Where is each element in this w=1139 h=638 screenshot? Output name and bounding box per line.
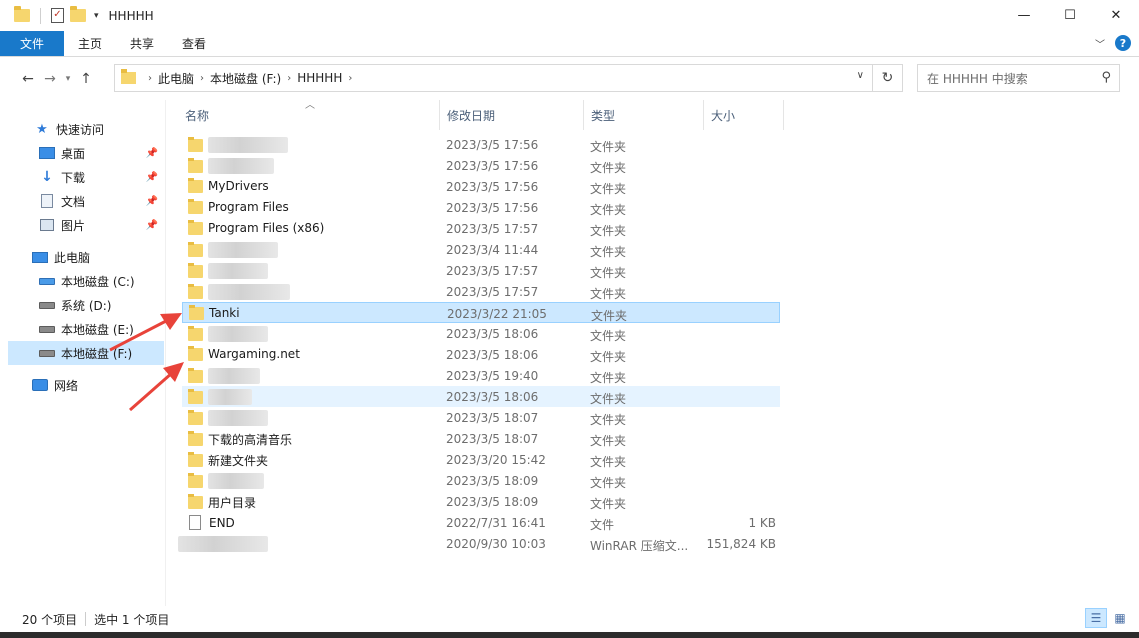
status-bar: 20 个项目 选中 1 个项目 ☰ ▦: [0, 606, 1139, 632]
status-divider: [85, 612, 87, 626]
item-count: 20 个项目: [22, 612, 78, 627]
selected-count: 选中 1 个项目: [94, 612, 170, 627]
view-switcher: ☰ ▦: [1085, 608, 1131, 628]
large-icons-view-icon[interactable]: ▦: [1109, 608, 1131, 628]
annotation-arrows: [109, 313, 184, 412]
window-bottom-edge: [0, 632, 1139, 638]
details-view-icon[interactable]: ☰: [1085, 608, 1107, 628]
red-arrow-icon: [129, 362, 184, 412]
red-arrow-icon: [109, 313, 182, 352]
